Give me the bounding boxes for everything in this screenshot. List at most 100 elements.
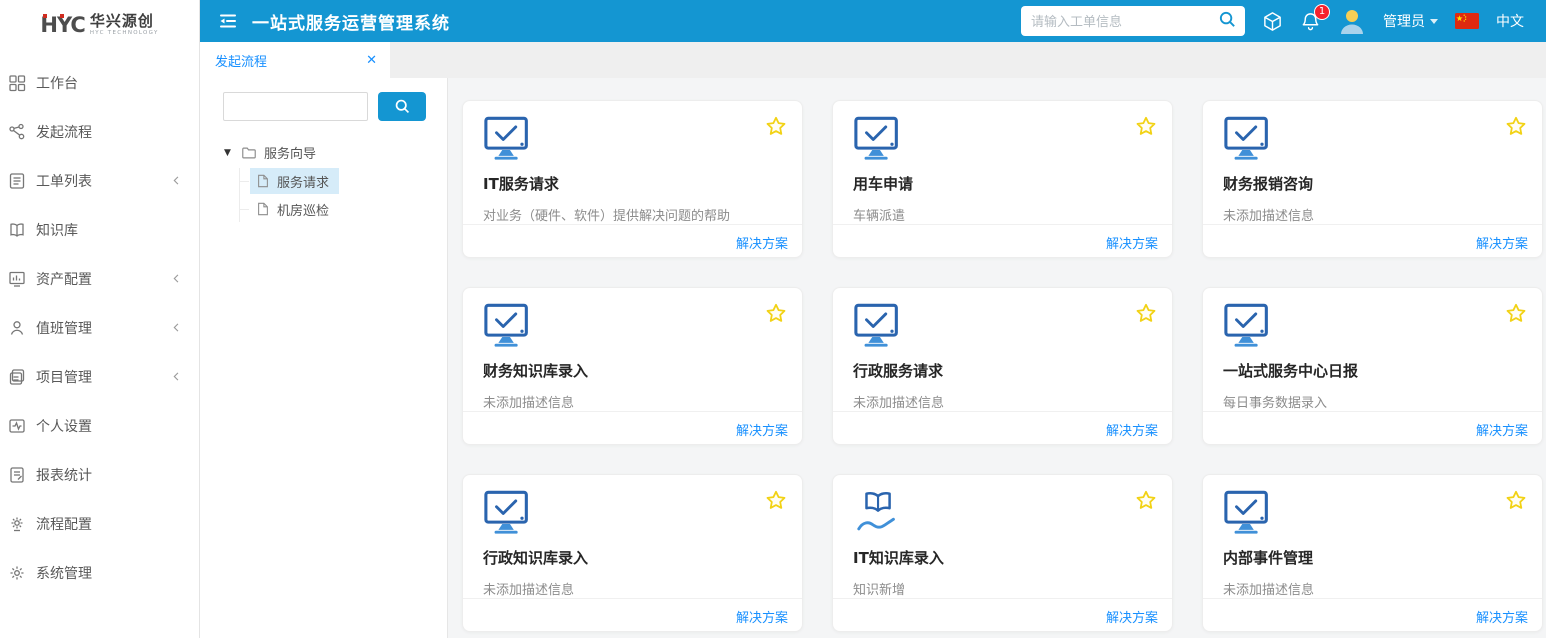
avatar[interactable]	[1338, 8, 1366, 34]
sidebar-item-report-statistics[interactable]: 报表统计	[0, 450, 199, 499]
favorite-star-icon[interactable]	[1506, 116, 1526, 136]
sidebar-item-asset-config[interactable]: 资产配置	[0, 254, 199, 303]
logo-company-name: 华兴源创	[90, 14, 159, 29]
tab-strip: 发起流程 ✕	[200, 42, 1546, 78]
flow-nodes-icon	[8, 123, 26, 141]
card-title: 内部事件管理	[1223, 547, 1522, 568]
service-card[interactable]: 内部事件管理 未添加描述信息 解决方案	[1202, 474, 1543, 632]
favorite-star-icon[interactable]	[766, 116, 786, 136]
header: 一站式服务运营管理系统 1 管理员	[200, 0, 1546, 42]
sidebar-item-knowledge-base[interactable]: 知识库	[0, 205, 199, 254]
card-description: 知识新增	[853, 579, 1152, 598]
language-switch[interactable]: 中文	[1496, 11, 1524, 31]
service-card[interactable]: 财务知识库录入 未添加描述信息 解决方案	[462, 287, 803, 445]
monitor-check-icon	[1223, 489, 1275, 536]
monitor-check-icon	[483, 302, 535, 349]
favorite-star-icon[interactable]	[1136, 116, 1156, 136]
notification-badge: 1	[1314, 4, 1330, 20]
card-description: 车辆派遣	[853, 205, 1152, 224]
card-title: 行政服务请求	[853, 360, 1152, 381]
tree-panel: ▼ 服务向导 服务请求 机房巡检	[200, 78, 448, 638]
card-description: 未添加描述信息	[1223, 205, 1522, 224]
service-card[interactable]: 财务报销咨询 未添加描述信息 解决方案	[1202, 100, 1543, 258]
sidebar-item-workbench[interactable]: 工作台	[0, 58, 199, 107]
monitor-check-icon	[483, 115, 535, 162]
tree-search-input[interactable]	[223, 92, 368, 121]
tree-node-service-request[interactable]: 服务请求	[250, 168, 339, 194]
sidebar-item-start-flow[interactable]: 发起流程	[0, 107, 199, 156]
sidebar-item-system-management[interactable]: 系统管理	[0, 548, 199, 597]
user-icon	[8, 319, 26, 337]
card-title: IT服务请求	[483, 173, 782, 194]
solution-link[interactable]: 解决方案	[736, 233, 788, 252]
menu-fold-icon[interactable]	[218, 11, 238, 31]
monitor-check-icon	[853, 115, 905, 162]
card-title: 行政知识库录入	[483, 547, 782, 568]
card-description: 未添加描述信息	[1223, 579, 1522, 598]
project-docs-icon	[8, 368, 26, 386]
book-hand-icon	[853, 489, 905, 536]
chevron-left-icon	[170, 370, 183, 383]
logo-hyc-mark: HYC	[40, 13, 84, 37]
card-title: IT知识库录入	[853, 547, 1152, 568]
file-icon	[256, 202, 270, 216]
card-description: 未添加描述信息	[853, 392, 1152, 411]
notification-bell-icon[interactable]: 1	[1300, 11, 1321, 32]
service-card-grid: IT服务请求 对业务（硬件、软件）提供解决问题的帮助 解决方案 用车申请 车辆派…	[462, 100, 1546, 632]
report-icon	[8, 466, 26, 484]
monitor-check-icon	[483, 489, 535, 536]
favorite-star-icon[interactable]	[766, 490, 786, 510]
cube-icon[interactable]	[1262, 11, 1283, 32]
sidebar-item-duty-management[interactable]: 值班管理	[0, 303, 199, 352]
monitor-check-icon	[1223, 302, 1275, 349]
tree-root-service-guide[interactable]: ▼ 服务向导	[224, 139, 447, 166]
app-title: 一站式服务运营管理系统	[252, 9, 450, 34]
favorite-star-icon[interactable]	[766, 303, 786, 323]
chevron-left-icon	[170, 321, 183, 334]
tab-start-flow[interactable]: 发起流程 ✕	[200, 42, 390, 78]
sidebar-item-project-management[interactable]: 项目管理	[0, 352, 199, 401]
service-card[interactable]: 用车申请 车辆派遣 解决方案	[832, 100, 1173, 258]
sidebar-menu: 工作台 发起流程 工单列表 知识库 资产配置 值班管理 项目管理	[0, 58, 199, 597]
solution-link[interactable]: 解决方案	[1476, 607, 1528, 626]
asset-chart-icon	[8, 270, 26, 288]
service-card[interactable]: 行政服务请求 未添加描述信息 解决方案	[832, 287, 1173, 445]
solution-link[interactable]: 解决方案	[1106, 233, 1158, 252]
ticket-search-input[interactable]	[1031, 14, 1218, 29]
caret-down-icon[interactable]: ▼	[224, 148, 234, 158]
card-title: 一站式服务中心日报	[1223, 360, 1522, 381]
service-tree: ▼ 服务向导 服务请求 机房巡检	[200, 131, 447, 222]
service-card[interactable]: IT知识库录入 知识新增 解决方案	[832, 474, 1173, 632]
favorite-star-icon[interactable]	[1136, 490, 1156, 510]
chevron-left-icon	[170, 174, 183, 187]
search-icon[interactable]	[1218, 10, 1237, 33]
sidebar-item-flow-config[interactable]: 流程配置	[0, 499, 199, 548]
service-card[interactable]: 一站式服务中心日报 每日事务数据录入 解决方案	[1202, 287, 1543, 445]
sidebar-item-ticket-list[interactable]: 工单列表	[0, 156, 199, 205]
solution-link[interactable]: 解决方案	[736, 420, 788, 439]
china-flag-icon[interactable]	[1455, 13, 1479, 29]
logo-subtitle: HYC TECHNOLOGY	[90, 31, 159, 37]
tree-node-machine-room-inspection[interactable]: 机房巡检	[250, 196, 339, 222]
solution-link[interactable]: 解决方案	[1476, 233, 1528, 252]
tree-search-button[interactable]	[378, 92, 426, 121]
solution-link[interactable]: 解决方案	[1476, 420, 1528, 439]
solution-link[interactable]: 解决方案	[1106, 420, 1158, 439]
favorite-star-icon[interactable]	[1136, 303, 1156, 323]
pulse-icon	[8, 417, 26, 435]
service-card[interactable]: IT服务请求 对业务（硬件、软件）提供解决问题的帮助 解决方案	[462, 100, 803, 258]
solution-link[interactable]: 解决方案	[736, 607, 788, 626]
close-icon[interactable]: ✕	[366, 53, 377, 68]
solution-link[interactable]: 解决方案	[1106, 607, 1158, 626]
sidebar-item-personal-settings[interactable]: 个人设置	[0, 401, 199, 450]
chevron-left-icon	[170, 272, 183, 285]
folder-icon	[241, 145, 257, 161]
file-icon	[256, 174, 270, 188]
user-menu[interactable]: 管理员	[1383, 11, 1438, 31]
service-card[interactable]: 行政知识库录入 未添加描述信息 解决方案	[462, 474, 803, 632]
favorite-star-icon[interactable]	[1506, 303, 1526, 323]
card-title: 财务知识库录入	[483, 360, 782, 381]
favorite-star-icon[interactable]	[1506, 490, 1526, 510]
card-title: 财务报销咨询	[1223, 173, 1522, 194]
logo: HYC 华兴源创 HYC TECHNOLOGY	[0, 0, 199, 46]
